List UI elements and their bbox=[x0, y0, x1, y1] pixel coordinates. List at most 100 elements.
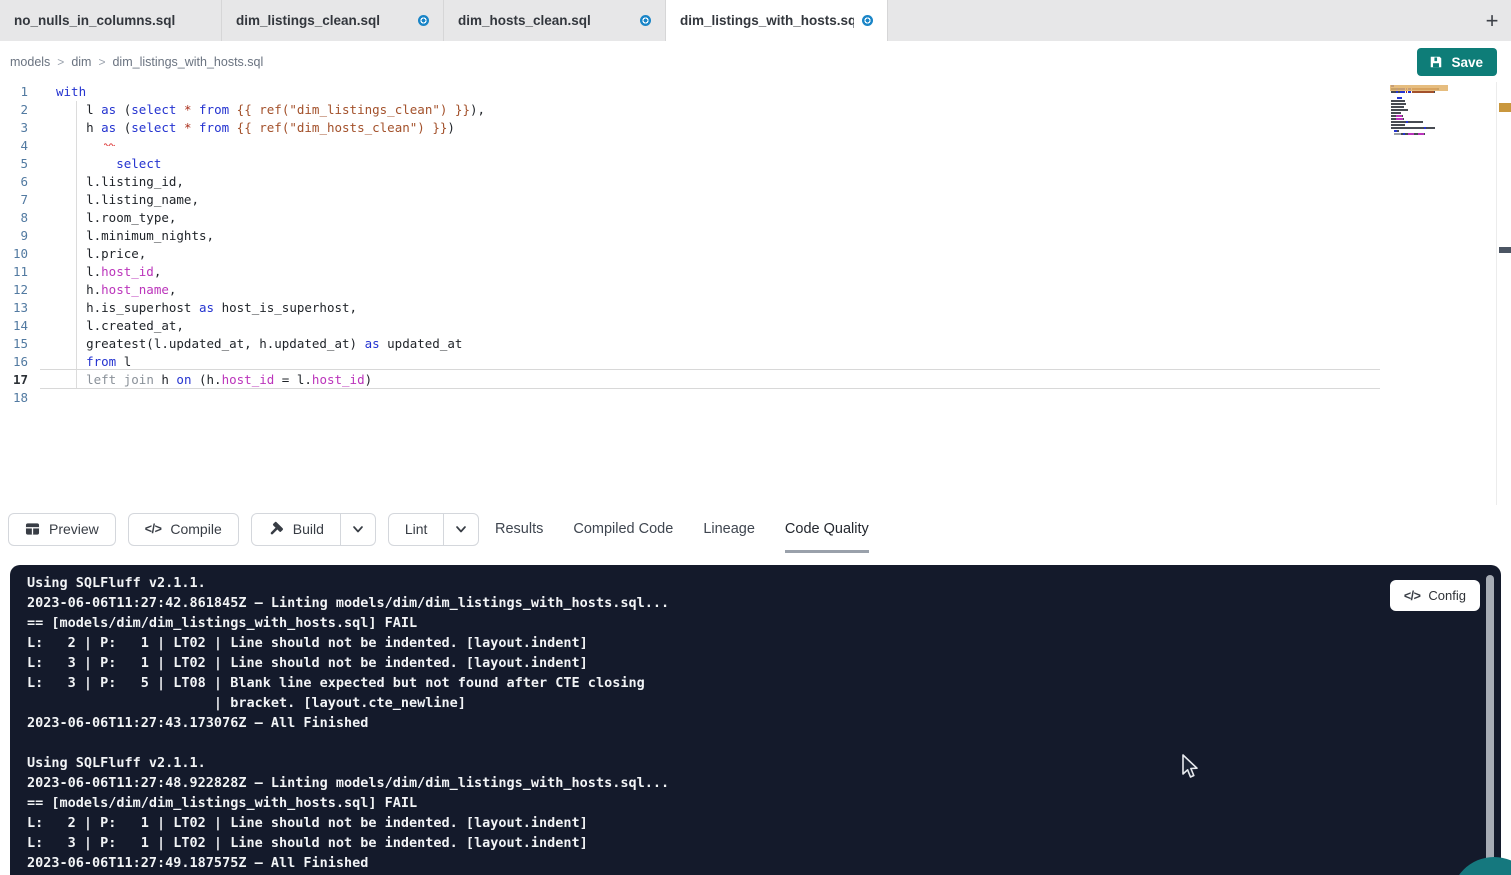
code-line[interactable]: 8 l.room_type, bbox=[0, 209, 1511, 227]
unsaved-dot-icon bbox=[862, 15, 873, 26]
code-brackets-icon: </> bbox=[1404, 589, 1421, 603]
minimap-line bbox=[1391, 97, 1447, 99]
minimap-line bbox=[1391, 133, 1447, 135]
editor-tab[interactable]: dim_listings_with_hosts.sql bbox=[666, 0, 888, 41]
editor-tab[interactable]: dim_hosts_clean.sql bbox=[444, 0, 666, 41]
terminal-line: 2023-06-06T11:27:42.861845Z — Linting mo… bbox=[27, 593, 1501, 613]
editor-tab-bar: no_nulls_in_columns.sql dim_listings_clea… bbox=[0, 0, 1511, 41]
config-button[interactable]: </> Config bbox=[1390, 580, 1480, 611]
save-floppy-icon bbox=[1429, 55, 1443, 69]
code-text: l.room_type, bbox=[28, 209, 176, 227]
minimap[interactable] bbox=[1391, 85, 1447, 139]
terminal-line: Using SQLFluff v2.1.1. bbox=[27, 753, 1501, 773]
chevron-down-icon bbox=[352, 523, 364, 535]
compile-button[interactable]: </> Compile bbox=[128, 513, 239, 546]
minimap-line bbox=[1391, 106, 1447, 108]
code-line[interactable]: 18 bbox=[0, 389, 1511, 407]
code-line[interactable]: 1with bbox=[0, 83, 1511, 101]
code-line[interactable]: 3 h as (select * from {{ ref("dim_hosts_… bbox=[0, 119, 1511, 137]
lint-output-terminal[interactable]: Using SQLFluff v2.1.1.2023-06-06T11:27:4… bbox=[10, 565, 1501, 875]
line-number: 2 bbox=[0, 101, 28, 119]
terminal-scrollbar[interactable] bbox=[1486, 575, 1494, 867]
line-number: 10 bbox=[0, 245, 28, 263]
line-number: 18 bbox=[0, 389, 28, 407]
build-button-label: Build bbox=[293, 521, 324, 537]
code-line[interactable]: 4 bbox=[0, 137, 1511, 155]
code-text: h.is_superhost as host_is_superhost, bbox=[28, 299, 357, 317]
code-line[interactable]: 6 l.listing_id, bbox=[0, 173, 1511, 191]
tab-label: dim_listings_clean.sql bbox=[236, 13, 410, 28]
minimap-line bbox=[1391, 136, 1447, 138]
unsaved-dot-icon bbox=[418, 15, 429, 26]
terminal-line: 2023-06-06T11:27:43.173076Z — All Finish… bbox=[27, 713, 1501, 733]
table-grid-icon bbox=[25, 522, 40, 536]
line-number: 9 bbox=[0, 227, 28, 245]
line-number: 14 bbox=[0, 317, 28, 335]
editor-tab[interactable]: no_nulls_in_columns.sql bbox=[0, 0, 222, 41]
panel-tab-code-quality[interactable]: Code Quality bbox=[785, 505, 869, 553]
build-button[interactable]: Build bbox=[252, 514, 340, 545]
minimap-highlight bbox=[1390, 85, 1448, 91]
code-text: with bbox=[28, 83, 86, 101]
panel-tab-results[interactable]: Results bbox=[495, 505, 543, 553]
code-line[interactable]: 7 l.listing_name, bbox=[0, 191, 1511, 209]
new-tab-button[interactable]: + bbox=[1473, 0, 1511, 41]
build-dropdown-button[interactable] bbox=[340, 514, 375, 545]
editor-tab[interactable]: dim_listings_clean.sql bbox=[222, 0, 444, 41]
minimap-line bbox=[1391, 100, 1447, 102]
code-line[interactable]: 14 l.created_at, bbox=[0, 317, 1511, 335]
tab-label: dim_hosts_clean.sql bbox=[458, 13, 632, 28]
code-text: left join h on (h.host_id = l.host_id) bbox=[28, 371, 372, 389]
code-line[interactable]: 5 select bbox=[0, 155, 1511, 173]
overview-ruler-cursor-marker bbox=[1499, 247, 1511, 253]
terminal-line: L: 3 | P: 1 | LT02 | Line should not be … bbox=[27, 833, 1501, 853]
breadcrumb-segment[interactable]: models bbox=[10, 55, 50, 69]
code-text: l.host_id, bbox=[28, 263, 161, 281]
minimap-line bbox=[1391, 112, 1447, 114]
code-line[interactable]: 2 l as (select * from {{ ref("dim_listin… bbox=[0, 101, 1511, 119]
breadcrumb-segment[interactable]: dim bbox=[71, 55, 91, 69]
line-number: 8 bbox=[0, 209, 28, 227]
lint-button[interactable]: Lint bbox=[389, 514, 444, 545]
terminal-line bbox=[27, 733, 1501, 753]
code-text: h.host_name, bbox=[28, 281, 176, 299]
code-line[interactable]: 10 l.price, bbox=[0, 245, 1511, 263]
code-line[interactable]: 16 from l bbox=[0, 353, 1511, 371]
code-text: l as (select * from {{ ref("dim_listings… bbox=[28, 101, 485, 119]
breadcrumb-chevron-icon: > bbox=[98, 55, 105, 69]
lint-button-label: Lint bbox=[405, 521, 428, 537]
code-text: select bbox=[28, 155, 161, 173]
line-number: 13 bbox=[0, 299, 28, 317]
line-number: 11 bbox=[0, 263, 28, 281]
breadcrumb: models>dim>dim_listings_with_hosts.sql bbox=[10, 55, 263, 69]
minimap-line bbox=[1391, 121, 1447, 123]
code-lines: 1with2 l as (select * from {{ ref("dim_l… bbox=[0, 83, 1511, 407]
panel-tab-list: Results Compiled Code Lineage Code Quality bbox=[495, 505, 869, 553]
code-line[interactable]: 9 l.minimum_nights, bbox=[0, 227, 1511, 245]
code-line[interactable]: 13 h.is_superhost as host_is_superhost, bbox=[0, 299, 1511, 317]
line-number: 5 bbox=[0, 155, 28, 173]
minimap-line bbox=[1391, 94, 1447, 96]
terminal-line: 2023-06-06T11:27:48.922828Z — Linting mo… bbox=[27, 773, 1501, 793]
overview-ruler-warning-marker bbox=[1499, 103, 1511, 112]
code-line[interactable]: 12 h.host_name, bbox=[0, 281, 1511, 299]
code-line[interactable]: 17 left join h on (h.host_id = l.host_id… bbox=[0, 371, 1511, 389]
code-line[interactable]: 11 l.host_id, bbox=[0, 263, 1511, 281]
breadcrumb-segment[interactable]: dim_listings_with_hosts.sql bbox=[112, 55, 263, 69]
terminal-lines: Using SQLFluff v2.1.1.2023-06-06T11:27:4… bbox=[27, 573, 1501, 873]
line-number: 1 bbox=[0, 83, 28, 101]
code-text: greatest(l.updated_at, h.updated_at) as … bbox=[28, 335, 462, 353]
panel-tab-compiled-code[interactable]: Compiled Code bbox=[573, 505, 673, 553]
save-button[interactable]: Save bbox=[1417, 48, 1497, 76]
tab-label: dim_listings_with_hosts.sql bbox=[680, 13, 854, 28]
terminal-line: | bracket. [layout.cte_newline] bbox=[27, 693, 1501, 713]
code-text: l.listing_name, bbox=[28, 191, 199, 209]
sql-code-editor[interactable]: 1with2 l as (select * from {{ ref("dim_l… bbox=[0, 82, 1511, 505]
panel-tab-lineage[interactable]: Lineage bbox=[703, 505, 755, 553]
code-line[interactable]: 15 greatest(l.updated_at, h.updated_at) … bbox=[0, 335, 1511, 353]
chevron-down-icon bbox=[455, 523, 467, 535]
lint-dropdown-button[interactable] bbox=[443, 514, 478, 545]
minimap-line bbox=[1391, 115, 1447, 117]
preview-button[interactable]: Preview bbox=[8, 513, 116, 546]
terminal-line: == [models/dim/dim_listings_with_hosts.s… bbox=[27, 793, 1501, 813]
